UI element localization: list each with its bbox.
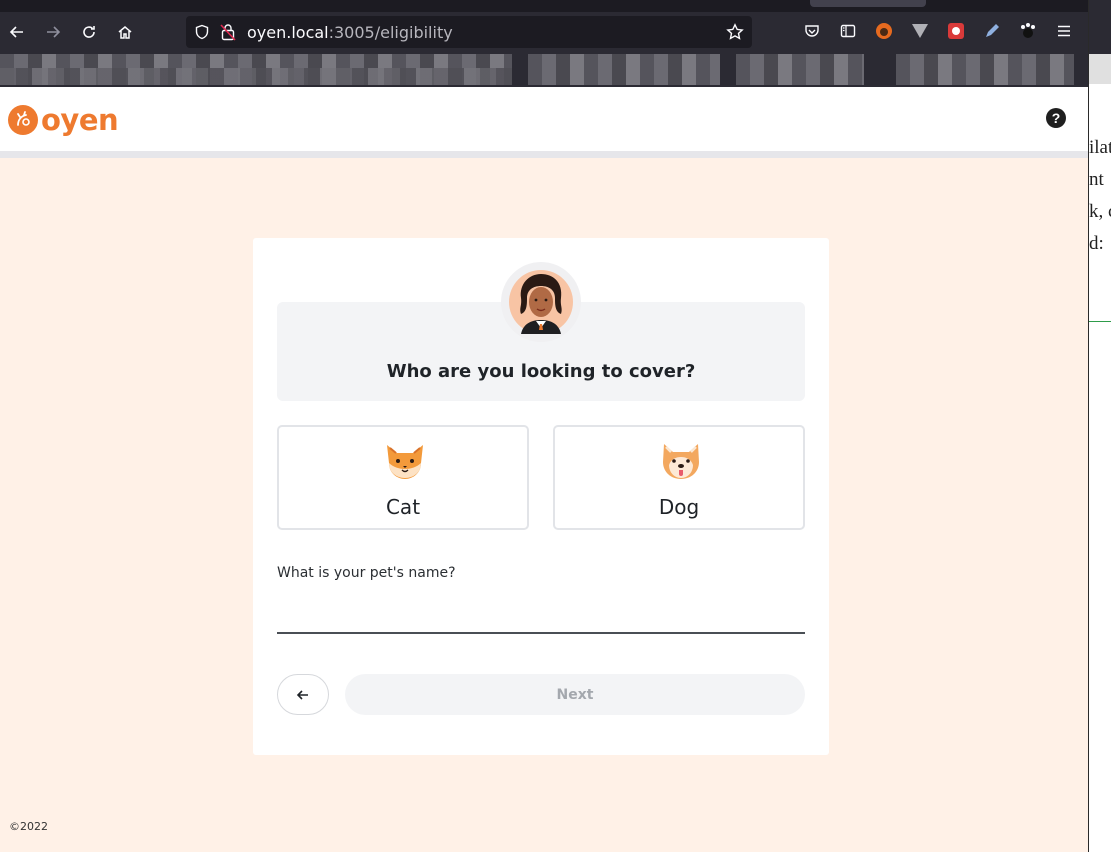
adjacent-window	[1088, 0, 1111, 852]
blurred-bookmarks-overlay	[0, 68, 512, 85]
blurred-bookmarks	[896, 54, 1074, 85]
hamburger-menu-icon[interactable]	[1053, 20, 1075, 42]
url-bar[interactable]: oyen.local:3005/eligibility	[186, 16, 752, 48]
shield-icon[interactable]	[194, 24, 210, 45]
eligibility-card: Who are you looking to cover? Cat Dog Wh…	[253, 238, 829, 755]
question-heading: Who are you looking to cover?	[386, 361, 696, 382]
copyright-footer: ©2022	[9, 820, 48, 833]
overflow-text: nt	[1089, 169, 1104, 190]
vue-devtools-icon[interactable]	[909, 20, 931, 42]
option-label: Dog	[658, 495, 700, 519]
overflow-text: k, c	[1089, 201, 1111, 222]
blurred-bookmarks	[528, 54, 720, 85]
arrow-left-icon	[296, 689, 308, 700]
cat-face-icon	[387, 445, 423, 479]
adjacent-window-strip	[1089, 54, 1111, 84]
adjacent-window-toolbar	[1089, 0, 1111, 54]
paw-extension-icon[interactable]	[1017, 20, 1039, 42]
help-icon[interactable]: ?	[1046, 108, 1066, 128]
overflow-text: d:	[1089, 233, 1104, 254]
insecure-lock-icon[interactable]	[220, 23, 236, 46]
url-text: oyen.local:3005/eligibility	[247, 23, 453, 42]
bookmarks-toolbar	[0, 54, 1088, 87]
cat-logo-icon	[8, 105, 38, 135]
next-button[interactable]: Next	[345, 674, 805, 715]
oyen-logo[interactable]: oyen	[8, 103, 119, 137]
pen-extension-icon[interactable]	[981, 20, 1003, 42]
overflow-text: ilat	[1089, 137, 1111, 158]
pet-name-input[interactable]	[277, 590, 805, 634]
blurred-bookmarks	[736, 54, 864, 85]
home-icon[interactable]	[113, 20, 137, 44]
back-arrow-icon[interactable]	[5, 20, 29, 44]
dog-face-icon	[663, 444, 699, 479]
back-button[interactable]	[277, 674, 329, 715]
pet-name-label: What is your pet's name?	[277, 565, 456, 581]
red-extension-icon[interactable]	[945, 20, 967, 42]
divider	[1089, 321, 1111, 322]
forward-arrow-icon[interactable]	[41, 20, 65, 44]
site-header: oyen ?	[0, 87, 1088, 151]
reload-icon[interactable]	[77, 20, 101, 44]
option-label: Cat	[385, 495, 421, 519]
advisor-avatar	[501, 262, 581, 342]
browser-toolbar: oyen.local:3005/eligibility	[0, 0, 1088, 54]
page-main: Who are you looking to cover? Cat Dog Wh…	[0, 158, 1088, 852]
header-divider	[0, 151, 1088, 158]
browser-tab[interactable]	[810, 0, 926, 7]
pocket-icon[interactable]	[801, 20, 823, 42]
logo-wordmark: oyen	[41, 103, 119, 137]
reader-sidebar-icon[interactable]	[837, 20, 859, 42]
bookmark-star-icon[interactable]	[726, 23, 744, 46]
fox-extension-icon[interactable]	[873, 20, 895, 42]
option-cat[interactable]: Cat	[277, 425, 529, 530]
option-dog[interactable]: Dog	[553, 425, 805, 530]
